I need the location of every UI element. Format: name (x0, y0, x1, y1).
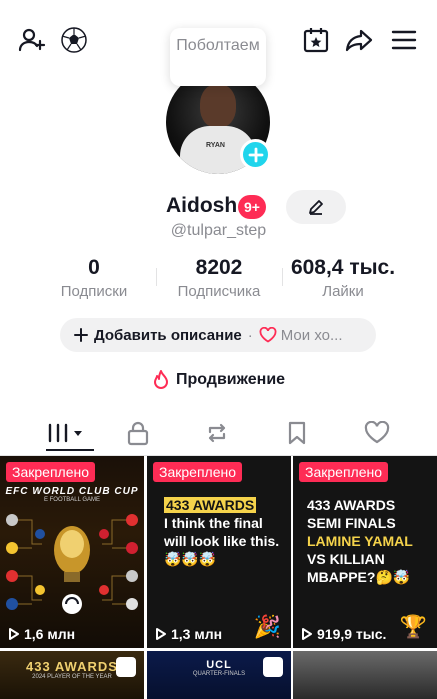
video-thumbnail[interactable]: 433 AWARDS 2024 PLAYER OF THE YEAR (0, 651, 144, 699)
video-line-2: SEMI FINALS (307, 515, 396, 531)
pinned-badge: Закреплено (6, 462, 95, 482)
stat-followers-value: 8202 (195, 256, 243, 279)
video-thumbnail[interactable] (293, 651, 437, 699)
video-body-text: I think the final will look like this. (164, 515, 280, 549)
promotion-link[interactable]: Продвижение (0, 368, 437, 392)
view-count-value: 1,6 млн (24, 626, 76, 642)
video-emojis: 🤯🤯🤯 (164, 551, 217, 567)
grid-icon (48, 423, 82, 443)
tab-reposts[interactable] (197, 416, 237, 450)
flame-icon (153, 370, 168, 389)
video-line-3: LAMINE YAMAL (307, 533, 413, 549)
add-friend-icon[interactable] (16, 24, 48, 56)
heart-icon (259, 327, 277, 343)
trophy-icon: 🏆 (399, 614, 427, 639)
heart-icon (364, 421, 390, 444)
edit-profile-button[interactable] (286, 190, 346, 224)
username-handle: @tulpar_step (170, 222, 267, 239)
video-caption: 433 AWARDS I think the final will look l… (164, 496, 285, 568)
favorites-label: Мои хо... (280, 326, 343, 344)
repost-icon (208, 423, 226, 443)
pinned-badge: Закреплено (299, 462, 388, 482)
name-row: Aidosh 9+ (0, 190, 437, 224)
separator-dot: · (247, 326, 253, 344)
tab-private[interactable] (118, 416, 158, 450)
tab-videos[interactable] (42, 416, 94, 451)
view-count: 1,3 млн (155, 626, 222, 642)
avatar-shirt-label: RYAN (206, 142, 225, 149)
video-thumbnail[interactable]: UCL QUARTER-FINALS (147, 651, 291, 699)
pinned-badge: Закреплено (153, 462, 242, 482)
multi-photo-icon (263, 657, 283, 677)
plus-icon (248, 147, 263, 162)
play-icon (9, 628, 19, 640)
video-line-5: MBAPPE (307, 569, 367, 585)
stat-followers-label: Подписчика (177, 283, 261, 300)
tournament-bracket-graphic (6, 514, 138, 614)
profile-name: Aidosh (166, 194, 238, 217)
view-count-value: 919,9 тыс. (317, 626, 387, 642)
video-line-1: 433 AWARDS (307, 497, 396, 513)
avatar-head (200, 84, 236, 128)
menu-icon[interactable] (388, 24, 420, 56)
active-tab-indicator (46, 449, 94, 451)
bookmark-icon (288, 421, 306, 445)
share-icon[interactable] (343, 24, 375, 56)
party-popper-icon: 🎉 (253, 614, 281, 639)
play-icon (302, 628, 312, 640)
chat-tooltip[interactable]: Поболтаем (170, 28, 266, 86)
tab-saved[interactable] (277, 416, 317, 450)
stat-likes[interactable]: 608,4 тыс. Лайки (282, 256, 404, 302)
view-count: 919,9 тыс. (301, 626, 386, 642)
pencil-icon (309, 200, 323, 215)
soccer-ball-icon[interactable] (58, 24, 90, 56)
tab-liked[interactable] (357, 416, 397, 450)
video-thumbnail[interactable]: Закреплено 433 AWARDS SEMI FINALS LAMINE… (293, 456, 437, 648)
add-description-label: Добавить описание (94, 326, 242, 344)
plus-icon (74, 328, 88, 342)
stat-following-label: Подписки (60, 283, 128, 300)
stat-following[interactable]: 0 Подписки (48, 256, 140, 302)
add-description-button[interactable]: Добавить описание · Мои хо... (60, 318, 376, 352)
play-icon (156, 628, 166, 640)
lock-icon (127, 421, 149, 446)
add-story-button[interactable] (240, 139, 271, 170)
stat-following-value: 0 (88, 256, 100, 279)
promotion-label: Продвижение (175, 371, 286, 388)
notification-badge[interactable]: 9+ (238, 195, 266, 219)
stat-divider (156, 268, 157, 286)
video-line-4: VS KILLIAN (307, 551, 385, 567)
stats-row: 0 Подписки 8202 Подписчика 608,4 тыс. Ла… (0, 256, 437, 302)
video-emojis: ?🤔🤯 (366, 569, 411, 585)
video-caption: 433 AWARDS SEMI FINALS LAMINE YAMAL VS K… (307, 496, 431, 586)
content-tabs (0, 412, 437, 456)
video-headline: 433 AWARDS (164, 497, 257, 513)
video-thumbnail[interactable]: Закреплено 433 AWARDS I think the final … (147, 456, 291, 648)
calendar-star-icon[interactable] (300, 24, 332, 56)
video-title: EFC WORLD CLUB CUP (5, 486, 139, 497)
view-count-value: 1,3 млн (171, 626, 223, 642)
stat-likes-value: 608,4 тыс. (290, 256, 396, 279)
video-thumbnail[interactable]: Закреплено EFC WORLD CLUB CUP E FOOTBALL… (0, 456, 144, 648)
stat-followers[interactable]: 8202 Подписчика (164, 256, 274, 302)
view-count: 1,6 млн (8, 626, 75, 642)
stat-likes-label: Лайки (322, 283, 364, 300)
multi-photo-icon (116, 657, 136, 677)
